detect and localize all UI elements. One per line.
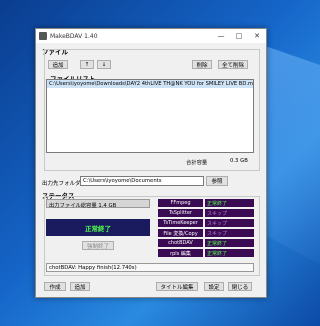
force-stop-button[interactable]: 強制終了	[82, 241, 114, 250]
minimize-icon[interactable]: —	[212, 29, 230, 43]
process-state: スキップ	[205, 209, 254, 217]
window-title: MakeBDAV 1.40	[50, 32, 98, 40]
move-down-button[interactable]: ↓	[97, 60, 111, 69]
file-list[interactable]: C:\Users\iyoyome\Downloads\DAY2 4thLIVE …	[46, 79, 254, 153]
makebdav-window: MakeBDAV 1.40 — □ ✕ ファイル 追加 ↑ ↓ 削除 全て削除 …	[35, 28, 267, 298]
process-row: rpls 編集 正常終了	[158, 249, 254, 257]
process-name: chotBDAV	[158, 239, 203, 247]
process-state: 正常終了	[205, 249, 254, 257]
output-folder-field[interactable]: C:\Users\iyoyome\Documents	[80, 176, 204, 186]
delete-all-button[interactable]: 全て削除	[218, 60, 248, 69]
process-name: TsTimeKeeper	[158, 219, 203, 227]
process-row: File 変換/Copy スキップ	[158, 229, 254, 237]
status-log: chotBDAV: Happy finish(12.740s)	[46, 263, 254, 272]
status-done-display: 正常終了	[46, 219, 150, 236]
process-state: 正常終了	[205, 199, 254, 207]
close-icon[interactable]: ✕	[248, 29, 266, 43]
maximize-icon[interactable]: □	[230, 29, 248, 43]
close-button[interactable]: 閉じる	[228, 282, 252, 291]
app-icon	[39, 32, 47, 40]
process-row: chotBDAV 正常終了	[158, 239, 254, 247]
list-item[interactable]: C:\Users\iyoyome\Downloads\DAY2 4thLIVE …	[47, 80, 253, 88]
process-name: FFmpeg	[158, 199, 203, 207]
process-row: FFmpeg 正常終了	[158, 199, 254, 207]
process-row: TsSplitter スキップ	[158, 209, 254, 217]
process-state: 正常終了	[205, 239, 254, 247]
process-state: スキップ	[205, 229, 254, 237]
move-up-button[interactable]: ↑	[80, 60, 94, 69]
process-state: スキップ	[205, 219, 254, 227]
title-bar[interactable]: MakeBDAV 1.40 — □ ✕	[36, 29, 266, 43]
process-row: TsTimeKeeper スキップ	[158, 219, 254, 227]
process-name: File 変換/Copy	[158, 229, 203, 237]
browse-button[interactable]: 参照	[206, 176, 228, 186]
title-edit-button[interactable]: タイトル編集	[156, 282, 198, 291]
add-file-button[interactable]: 追加	[48, 60, 68, 69]
settings-button[interactable]: 設定	[204, 282, 224, 291]
delete-button[interactable]: 削除	[192, 60, 212, 69]
total-size-value: 0.3 GB	[230, 158, 248, 164]
output-size-bar: 出力ファイル総容量 1.4 GB	[46, 199, 150, 209]
process-name: rpls 編集	[158, 249, 203, 257]
add-button[interactable]: 追加	[70, 282, 90, 291]
process-name: TsSplitter	[158, 209, 203, 217]
create-button[interactable]: 作成	[44, 282, 66, 291]
total-size-label: 合計容量	[186, 160, 208, 166]
